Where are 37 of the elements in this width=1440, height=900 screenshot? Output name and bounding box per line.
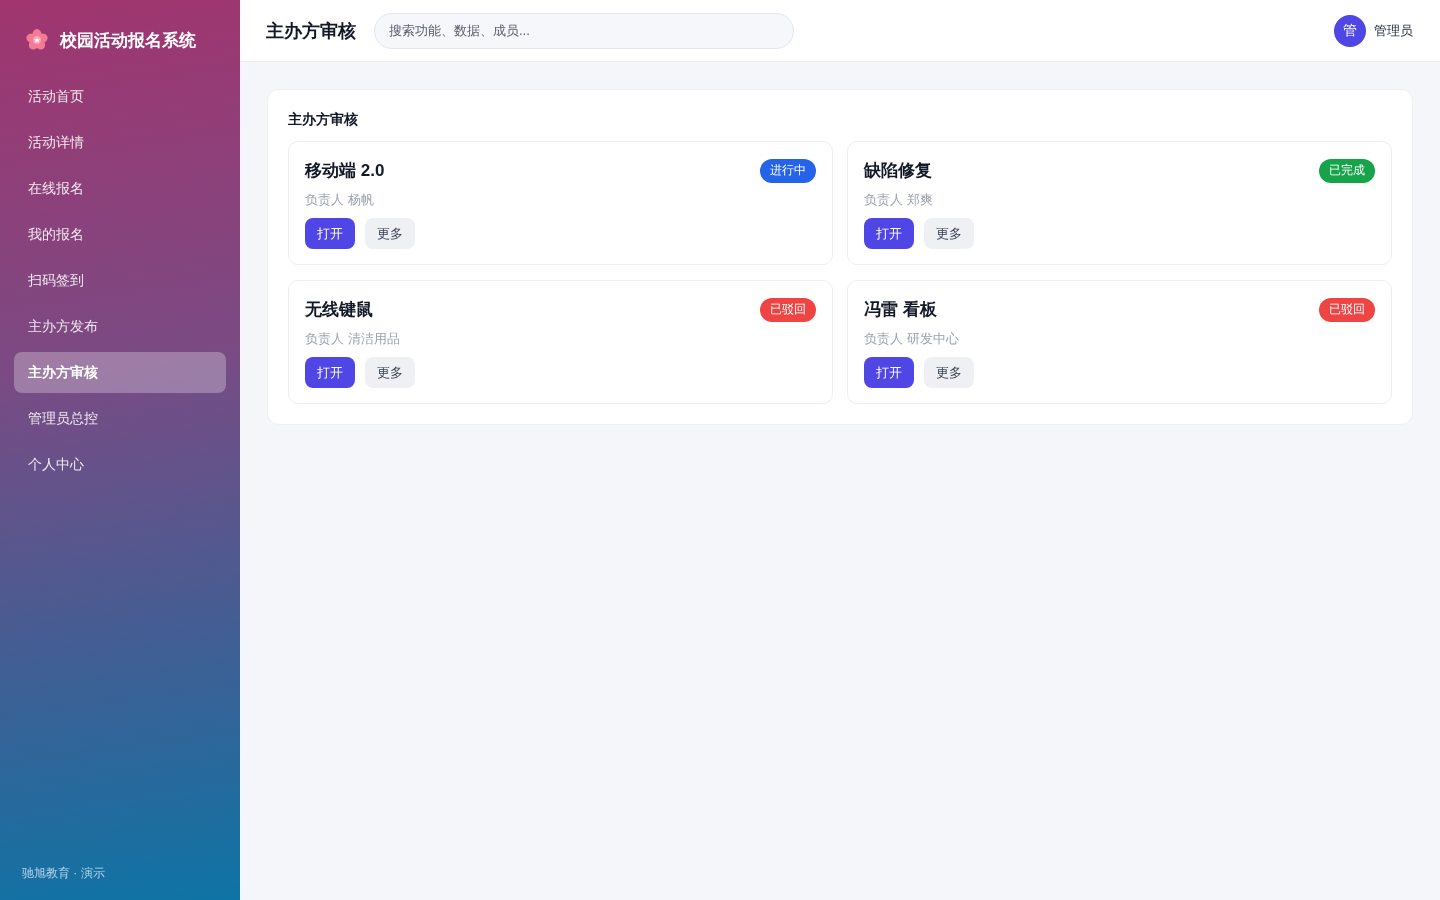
user-avatar[interactable]: 管 [1334,14,1366,47]
flower-icon [26,29,48,51]
owner-text: 负责人 清洁用品 [305,330,401,347]
search-field[interactable]: 搜索功能、数据、成员... [374,12,794,49]
nav-item[interactable]: 管理员总控 [14,398,226,439]
status-badge: 已完成 [1319,158,1375,183]
footer-text: 驰旭教育 · 演示 [21,865,106,882]
card-title: 冯雷 看板 [864,299,937,321]
nav-item[interactable]: 主办方审核 [14,352,226,393]
nav-item[interactable]: 活动首页 [14,76,226,117]
nav-item[interactable]: 我的报名 [14,214,226,255]
open-button[interactable]: 打开 [305,357,355,388]
user-name: 管理员 [1374,21,1413,40]
card-title: 缺陷修复 [864,160,932,182]
owner-text: 负责人 杨帆 [305,191,375,208]
more-button[interactable]: 更多 [924,357,974,388]
open-button[interactable]: 打开 [305,218,355,249]
nav-item[interactable]: 主办方发布 [14,306,226,347]
owner-text: 负责人 研发中心 [864,330,960,347]
more-button[interactable]: 更多 [365,218,415,249]
more-button[interactable]: 更多 [365,357,415,388]
open-button[interactable]: 打开 [864,357,914,388]
nav-item[interactable]: 个人中心 [14,444,226,485]
nav-item[interactable]: 活动详情 [14,122,226,163]
card-title: 移动端 2.0 [305,160,385,182]
status-badge: 已驳回 [1319,297,1375,322]
open-button[interactable]: 打开 [864,218,914,249]
card-title: 无线键鼠 [305,299,373,321]
panel-title: 主办方审核 [288,110,359,128]
status-badge: 进行中 [760,158,816,183]
owner-text: 负责人 郑爽 [864,191,934,208]
app-title: 校园活动报名系统 [60,29,196,52]
page-title: 主办方审核 [266,19,356,43]
nav-item[interactable]: 扫码签到 [14,260,226,301]
status-badge: 已驳回 [760,297,816,322]
nav-item[interactable]: 在线报名 [14,168,226,209]
more-button[interactable]: 更多 [924,218,974,249]
